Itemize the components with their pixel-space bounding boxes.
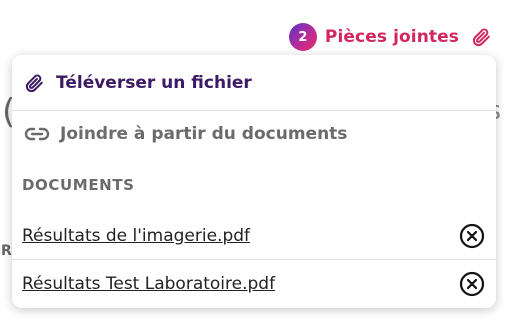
close-circle-icon[interactable] [458, 270, 486, 298]
paperclip-icon [24, 73, 50, 93]
background-r-glyph: R [1, 243, 12, 259]
page: ( s R 2 Pièces jointes Téléverser un fic… [0, 0, 505, 322]
attachments-toggle-button[interactable]: 2 Pièces jointes [288, 23, 491, 51]
attach-from-documents-label: Joindre à partir du documents [60, 124, 348, 144]
document-link[interactable]: Résultats de l'imagerie.pdf [22, 226, 250, 246]
attach-from-documents-menu-item[interactable]: Joindre à partir du documents [12, 111, 496, 157]
attachments-count-badge: 2 [288, 23, 317, 51]
close-circle-icon[interactable] [458, 222, 486, 250]
upload-file-menu-item[interactable]: Téléverser un fichier [12, 55, 496, 111]
documents-section-header: DOCUMENTS [22, 176, 135, 194]
link-icon [24, 126, 50, 142]
paperclip-icon [471, 27, 491, 47]
document-row: Résultats de l'imagerie.pdf [12, 212, 496, 260]
document-row: Résultats Test Laboratoire.pdf [12, 260, 496, 307]
document-link[interactable]: Résultats Test Laboratoire.pdf [22, 274, 275, 294]
upload-file-label: Téléverser un fichier [56, 72, 252, 93]
attachments-label: Pièces jointes [324, 27, 459, 47]
attachments-dropdown: Téléverser un fichier Joindre à partir d… [12, 55, 496, 308]
